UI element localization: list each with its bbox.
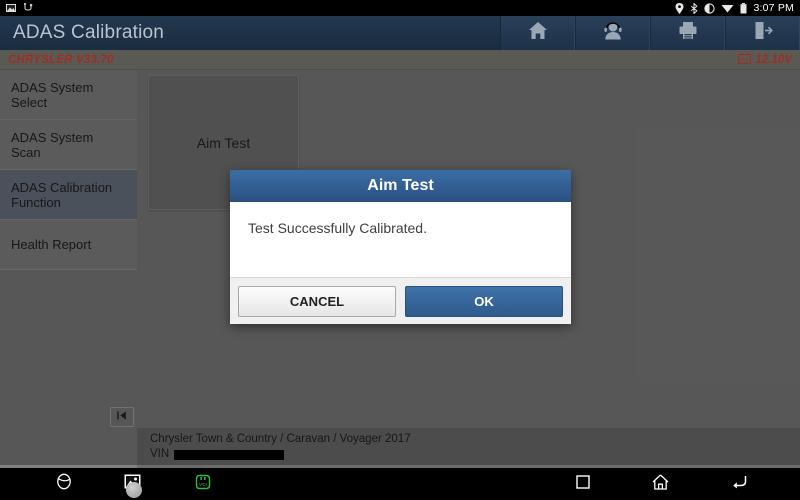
home-button[interactable] (652, 474, 669, 495)
app-header: ADAS Calibration (0, 16, 800, 50)
nav-bar-left-group: VCI (0, 473, 213, 495)
page-title: ADAS Calibration (13, 22, 165, 43)
location-pin-icon (675, 2, 684, 14)
usb-icon (23, 3, 34, 13)
browser-button[interactable] (56, 473, 72, 495)
dialog-message: Test Successfully Calibrated. (248, 220, 427, 236)
printer-icon (678, 21, 698, 45)
dialog-title: Aim Test (230, 170, 571, 202)
cancel-button[interactable]: CANCEL (238, 285, 396, 317)
home-icon (528, 21, 548, 45)
android-nav-bar: VCI (0, 468, 800, 500)
aim-test-dialog: Aim Test Test Successfully Calibrated. C… (230, 170, 571, 324)
touch-indicator (126, 482, 142, 498)
headset-person-icon (603, 21, 623, 45)
ok-button[interactable]: OK (405, 285, 563, 317)
exit-button[interactable] (725, 16, 800, 50)
vci-connector-icon: VCI (193, 474, 213, 495)
status-bar-clock: 3:07 PM (753, 2, 794, 14)
square-icon (576, 474, 590, 494)
globe-icon (56, 473, 72, 495)
home-button[interactable] (500, 16, 575, 50)
android-status-bar: 3:07 PM (0, 0, 800, 16)
exit-door-icon (753, 21, 773, 45)
back-button[interactable] (731, 474, 748, 494)
status-bar-left-icons (6, 3, 34, 13)
back-arrow-icon (731, 474, 748, 494)
home-outline-icon (652, 474, 669, 495)
support-button[interactable] (575, 16, 650, 50)
dialog-action-bar: CANCEL OK (230, 277, 571, 324)
screenshot-icon (6, 3, 16, 13)
svg-text:VCI: VCI (199, 482, 207, 487)
brightness-icon (704, 2, 716, 14)
wifi-icon (721, 3, 734, 13)
battery-icon (740, 2, 747, 14)
status-bar-right-icons: 3:07 PM (675, 2, 794, 14)
tablet-screen: 3:07 PM ADAS Calibration CHRYSLER V33.70… (0, 0, 800, 500)
nav-bar-right-group (576, 474, 800, 495)
recents-button[interactable] (576, 474, 590, 494)
vci-button[interactable]: VCI (193, 474, 213, 495)
dialog-body: Test Successfully Calibrated. (230, 202, 571, 277)
header-button-group (500, 16, 800, 50)
print-button[interactable] (650, 16, 725, 50)
bluetooth-icon (690, 2, 699, 14)
